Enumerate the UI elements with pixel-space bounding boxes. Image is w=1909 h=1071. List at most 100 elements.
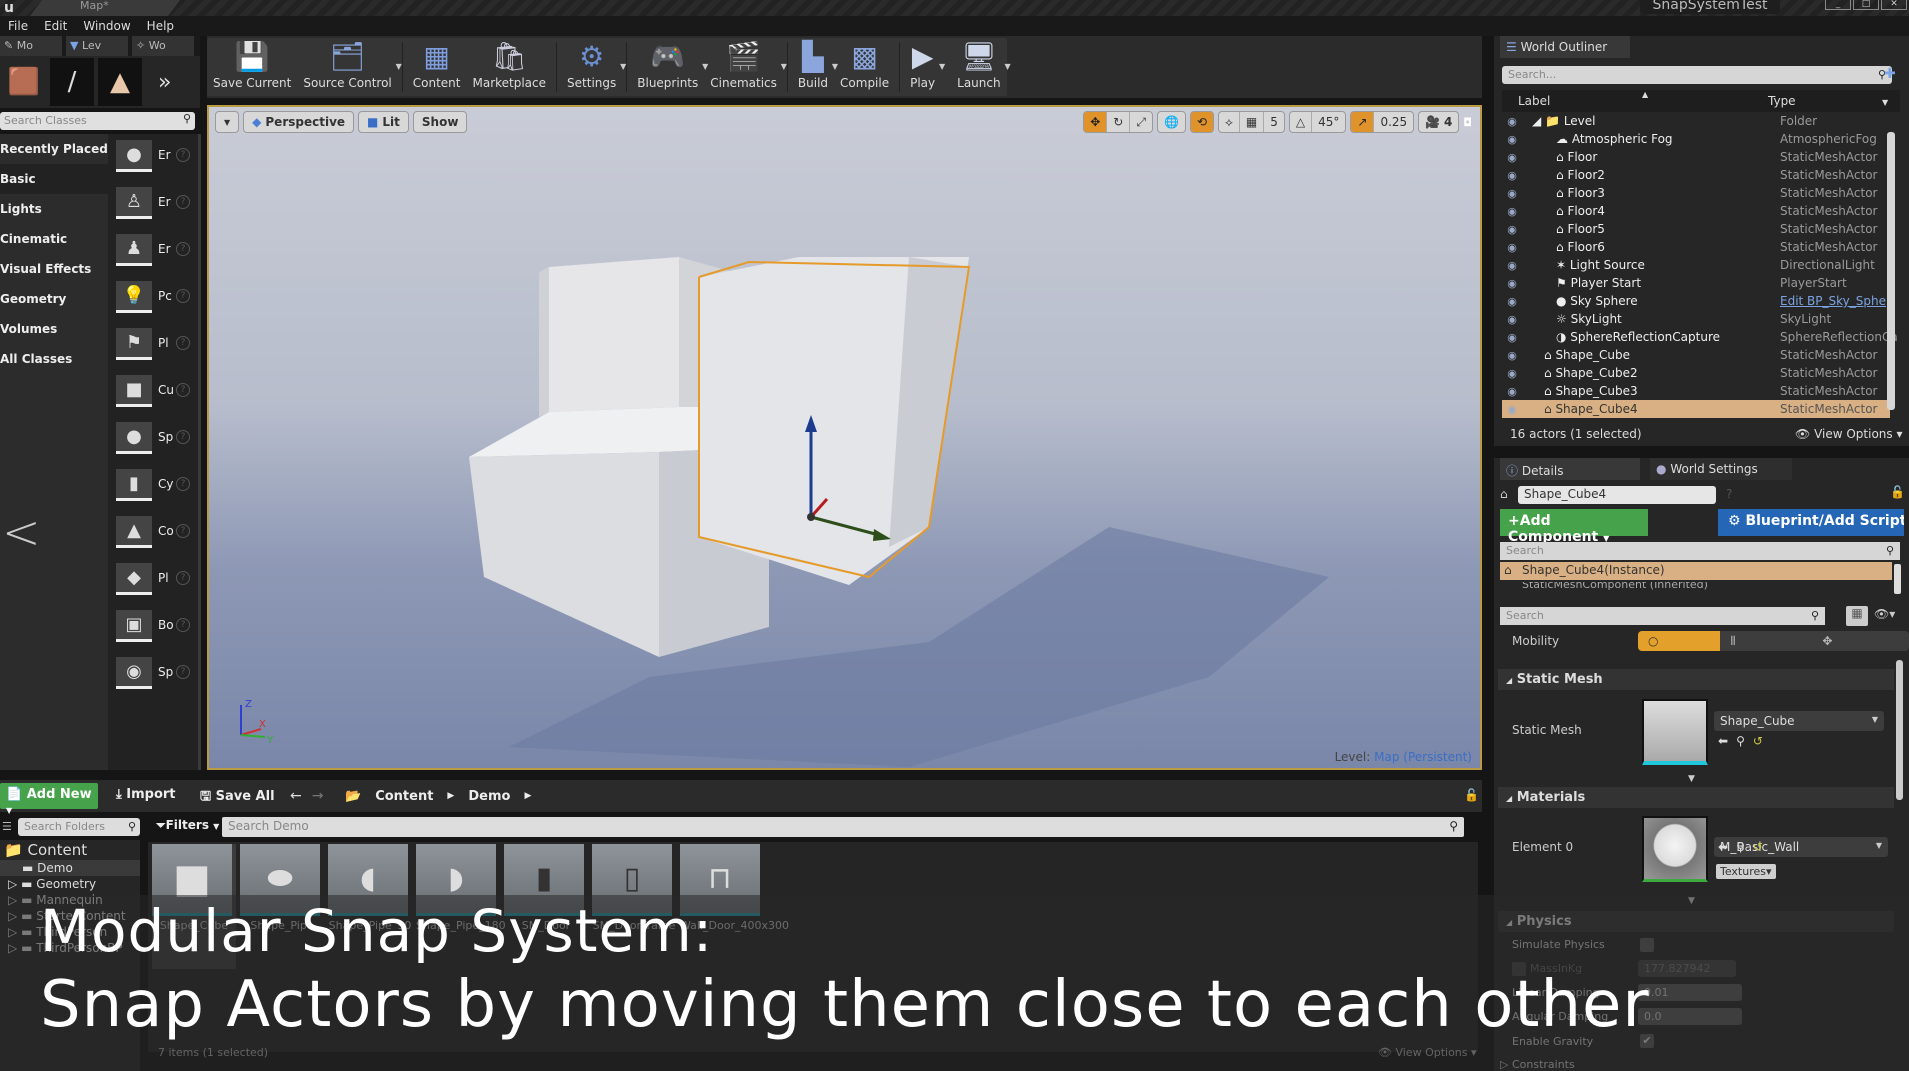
tab-levels[interactable]: ▼ Lev <box>66 36 128 56</box>
launch-button[interactable]: 🖥 Launch ▼ <box>951 38 1010 96</box>
angle-icon[interactable]: △ <box>1290 112 1313 132</box>
outliner-row[interactable]: ◉ ☁ Atmospheric Fog AtmosphericFog <box>1502 130 1890 148</box>
chevron-down-icon[interactable]: ▼ <box>396 62 402 71</box>
category-recently-placed[interactable]: Recently Placed <box>0 134 108 164</box>
mobility-movable[interactable]: ✥ Movable <box>1812 631 1909 651</box>
reset-icon[interactable]: ↺ <box>1753 734 1771 748</box>
visibility-eye-icon[interactable]: ◉ <box>1502 385 1522 398</box>
folder-item[interactable]: ▷ ▬ Geometry <box>0 876 140 892</box>
chevron-down-icon[interactable]: ▼ <box>781 62 787 71</box>
outliner-row[interactable]: ◉ ⌂ Floor4 StaticMeshActor <box>1502 202 1890 220</box>
translate-icon[interactable]: ✥ <box>1084 112 1108 132</box>
static-mesh-dropdown[interactable]: Shape_Cube <box>1714 711 1884 731</box>
source-control-button[interactable]: 🗂 Source Control ▼ <box>297 38 401 96</box>
visibility-eye-icon[interactable]: ◉ <box>1502 205 1522 218</box>
class-item[interactable]: ♟ Er? <box>108 228 198 275</box>
close-button[interactable]: ✕ <box>1881 0 1907 10</box>
class-item[interactable]: ▲ Co? <box>108 510 198 557</box>
help-icon[interactable]: ? <box>176 665 190 679</box>
visibility-eye-icon[interactable]: ◉ <box>1502 115 1522 128</box>
filters-button[interactable]: ⏷Filters ▼ <box>156 818 219 833</box>
outliner-row[interactable]: ◉ ⌂ Shape_Cube4 StaticMeshActor <box>1502 400 1890 418</box>
asset-search-input[interactable]: Search Demo ⚲ <box>222 817 1464 837</box>
visibility-eye-icon[interactable]: ◉ <box>1502 367 1522 380</box>
chevron-down-icon[interactable]: ▼ <box>1882 98 1888 107</box>
show-button[interactable]: Show <box>412 111 468 133</box>
component-inherited-row[interactable]: StaticMeshComponent (Inherited) <box>1500 582 1892 592</box>
rotate-icon[interactable]: ↻ <box>1107 112 1131 132</box>
help-icon[interactable]: ? <box>176 618 190 632</box>
back-arrow-icon[interactable]: ← <box>290 788 302 804</box>
grid-snap-value[interactable]: 5 <box>1264 112 1284 132</box>
column-type[interactable]: Type <box>1768 94 1796 108</box>
lock-icon[interactable]: 🔓 <box>1890 485 1905 499</box>
chevron-down-icon[interactable]: ▼ <box>620 62 626 71</box>
visibility-eye-icon[interactable]: ◉ <box>1502 403 1522 416</box>
maximize-button[interactable]: □ <box>1853 0 1879 10</box>
help-icon[interactable]: ? <box>176 477 190 491</box>
help-icon[interactable]: ? <box>176 242 190 256</box>
search-folders-input[interactable]: Search Folders ⚲ <box>18 818 140 836</box>
folder-item[interactable]: ▬ Demo <box>0 860 140 876</box>
category-volumes[interactable]: Volumes <box>0 314 108 344</box>
help-icon[interactable]: ? <box>176 571 190 585</box>
outliner-search-input[interactable]: Search... ⚲ <box>1502 66 1892 84</box>
outliner-row[interactable]: ◉ ⚑ Player Start PlayerStart <box>1502 274 1890 292</box>
visibility-eye-icon[interactable]: ◉ <box>1502 313 1522 326</box>
component-scrollbar[interactable] <box>1894 564 1901 594</box>
eye-icon[interactable]: 👁▾ <box>1874 607 1895 621</box>
category-geometry[interactable]: Geometry <box>0 284 108 314</box>
class-item[interactable]: ◆ Pl? <box>108 557 198 604</box>
blueprints-button[interactable]: 🎮 Blueprints ▼ <box>631 38 708 96</box>
visibility-eye-icon[interactable]: ◉ <box>1502 223 1522 236</box>
visibility-eye-icon[interactable]: ◉ <box>1502 241 1522 254</box>
visibility-eye-icon[interactable]: ◉ <box>1502 349 1522 362</box>
content-button[interactable]: ▦ Content <box>407 38 467 96</box>
forward-arrow-icon[interactable]: → <box>312 788 324 804</box>
class-item[interactable]: ● Sp? <box>108 416 198 463</box>
use-selected-arrow-icon[interactable]: ⬅ <box>1718 734 1736 748</box>
help-icon[interactable]: ? <box>1726 487 1732 501</box>
tab-world-settings[interactable]: ● World Settings <box>1650 458 1792 480</box>
help-icon[interactable]: ? <box>176 336 190 350</box>
level-name[interactable]: Map (Persistent) <box>1374 750 1472 764</box>
place-mode-icon[interactable]: 🟫 <box>2 58 46 106</box>
build-button[interactable]: ▙ Build ▼ <box>792 38 838 96</box>
visibility-eye-icon[interactable]: ◉ <box>1502 277 1522 290</box>
visibility-eye-icon[interactable]: ◉ <box>1502 295 1522 308</box>
category-basic[interactable]: Basic <box>0 164 108 194</box>
perspective-button[interactable]: ◆ Perspective <box>243 111 355 133</box>
class-item[interactable]: ■ Cu? <box>108 369 198 416</box>
blueprint-add-script-button[interactable]: ⚙ Blueprint/Add Script <box>1718 509 1904 536</box>
modes-scrollbar[interactable] <box>198 134 201 770</box>
category-all-classes[interactable]: All Classes <box>0 344 108 374</box>
section-materials[interactable]: ◢ Materials <box>1498 787 1894 808</box>
chevron-down-icon[interactable]: ▼ <box>939 62 945 71</box>
help-icon[interactable]: ? <box>176 289 190 303</box>
outliner-row[interactable]: ◉ ⌂ Floor3 StaticMeshActor <box>1502 184 1890 202</box>
outliner-scrollbar[interactable] <box>1887 132 1895 410</box>
scale-snap-value[interactable]: 0.25 <box>1374 112 1413 132</box>
property-search-input[interactable]: Search ⚲ <box>1500 607 1825 625</box>
landscape-mode-icon[interactable]: ▲ <box>98 58 142 106</box>
class-item[interactable]: ⚑ Pl? <box>108 322 198 369</box>
material-thumbnail[interactable] <box>1642 816 1708 882</box>
outliner-row[interactable]: ◉ ⌂ Floor5 StaticMeshActor <box>1502 220 1890 238</box>
class-item[interactable]: ▣ Bo? <box>108 604 198 651</box>
world-globe-icon[interactable]: 🌐 <box>1158 112 1185 132</box>
outliner-row[interactable]: ◉ ⌂ Floor StaticMeshActor <box>1502 148 1890 166</box>
snap-icon[interactable]: ⟡ <box>1219 112 1240 132</box>
chevron-left-icon[interactable]: < <box>2 505 41 559</box>
outliner-row[interactable]: ◉ ◑ SphereReflectionCapture SphereReflecti… <box>1502 328 1898 346</box>
actor-name-input[interactable]: Shape_Cube4 <box>1518 486 1716 504</box>
details-scrollbar[interactable] <box>1896 660 1903 800</box>
outliner-row[interactable]: ◉ ☼ SkyLight SkyLight <box>1502 310 1890 328</box>
visibility-eye-icon[interactable]: ◉ <box>1502 133 1522 146</box>
breadcrumb-content[interactable]: Content <box>375 789 433 804</box>
property-matrix-icon[interactable]: ▦ <box>1846 606 1868 626</box>
browse-search-icon[interactable]: ⚲ <box>1736 840 1753 854</box>
class-item[interactable]: ● Er? <box>108 134 198 181</box>
settings-button[interactable]: ⚙ Settings ▼ <box>561 38 626 96</box>
chevron-right-icon[interactable]: ▶ <box>447 791 454 801</box>
import-button[interactable]: ⤓ Import <box>112 783 180 806</box>
